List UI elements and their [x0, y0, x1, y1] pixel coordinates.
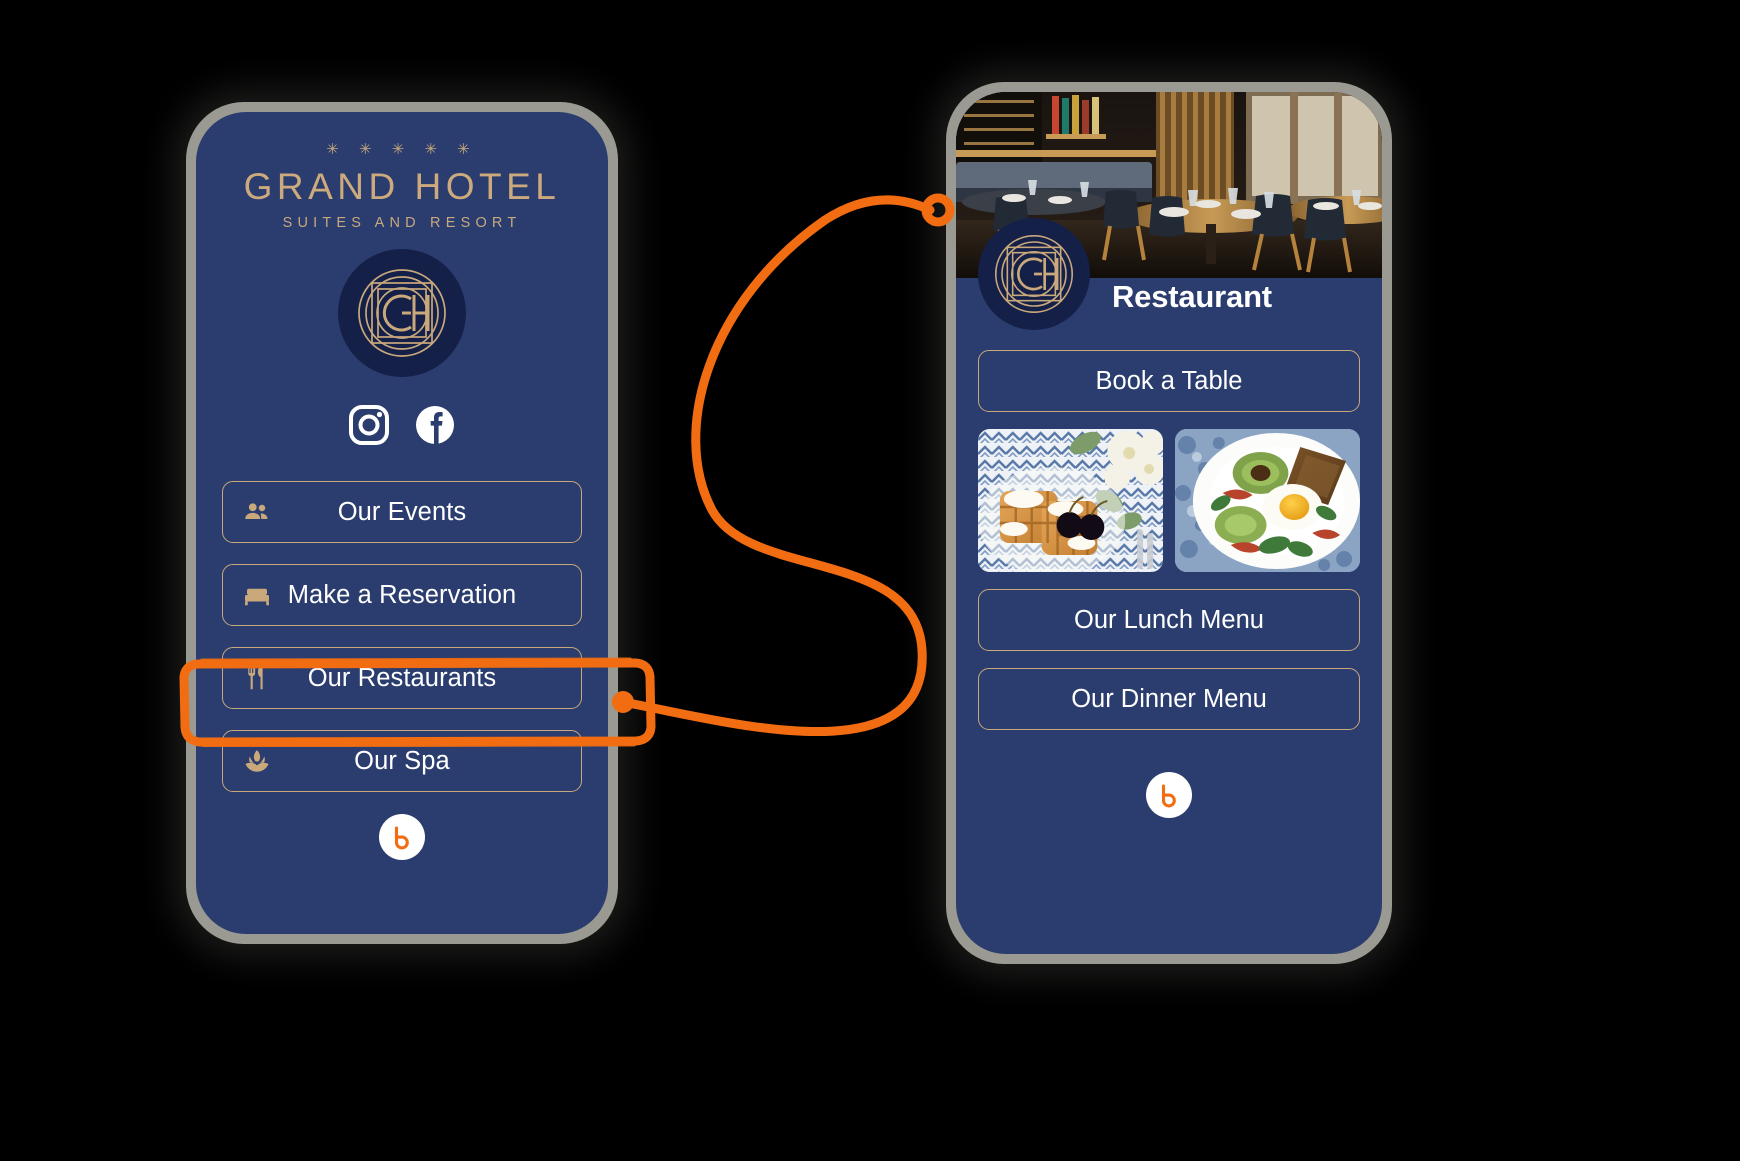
instagram-icon[interactable] — [347, 403, 391, 447]
main-menu-list: Our Events Make a Reservation Our Restau… — [222, 481, 582, 792]
grand-hotel-gh-monogram-icon — [978, 218, 1090, 330]
food-photo-grid — [978, 429, 1360, 572]
dinner-menu-label: Our Dinner Menu — [1071, 684, 1267, 713]
grand-hotel-gh-monogram-icon — [338, 249, 466, 377]
our-lunch-menu-button[interactable]: Our Lunch Menu — [978, 589, 1360, 651]
menu-item-make-a-reservation[interactable]: Make a Reservation — [222, 564, 582, 626]
lunch-menu-label: Our Lunch Menu — [1074, 605, 1264, 634]
book-a-table-button[interactable]: Book a Table — [978, 350, 1360, 412]
five-stars-icon: ✳ ✳ ✳ ✳ ✳ — [326, 141, 478, 158]
social-links — [222, 403, 582, 447]
people-icon — [242, 497, 272, 527]
our-dinner-menu-button[interactable]: Our Dinner Menu — [978, 668, 1360, 730]
menu-item-our-events[interactable]: Our Events — [222, 481, 582, 543]
facebook-icon[interactable] — [413, 403, 457, 447]
phone-mockup-left: ✳ ✳ ✳ ✳ ✳ GRAND HOTEL SUITES AND RESORT — [186, 102, 618, 944]
avocado-eggs-toast-photo[interactable] — [1175, 429, 1360, 572]
hotel-home-screen: ✳ ✳ ✳ ✳ ✳ GRAND HOTEL SUITES AND RESORT — [196, 112, 608, 934]
builder-badge-icon[interactable] — [379, 814, 425, 860]
brand-header: ✳ ✳ ✳ ✳ ✳ GRAND HOTEL SUITES AND RESORT — [222, 112, 582, 231]
menu-item-our-spa[interactable]: Our Spa — [222, 730, 582, 792]
bed-icon — [242, 580, 272, 610]
page-title: Restaurant — [1112, 279, 1272, 314]
cutlery-icon — [242, 663, 272, 693]
menu-item-label: Our Events — [337, 497, 467, 526]
phone-mockup-right: Restaurant Book a Table Our Lunch Menu O… — [946, 82, 1392, 964]
menu-item-our-restaurants[interactable]: Our Restaurants — [222, 647, 582, 709]
restaurant-screen: Restaurant Book a Table Our Lunch Menu O… — [956, 92, 1382, 954]
waffles-with-cherries-photo[interactable] — [978, 429, 1163, 572]
menu-item-label: Our Spa — [354, 746, 450, 775]
lotus-flower-icon — [242, 746, 272, 776]
screenshot-canvas: ✳ ✳ ✳ ✳ ✳ GRAND HOTEL SUITES AND RESORT — [0, 0, 1740, 1161]
brand-subtitle: SUITES AND RESORT — [282, 215, 522, 231]
book-a-table-label: Book a Table — [1095, 366, 1243, 395]
curved-arrow-connector — [612, 193, 955, 736]
menu-item-label: Make a Reservation — [287, 580, 517, 609]
page-title: GRAND HOTEL — [243, 166, 561, 207]
menu-item-label: Our Restaurants — [307, 663, 497, 692]
builder-badge-icon[interactable] — [1146, 772, 1192, 818]
